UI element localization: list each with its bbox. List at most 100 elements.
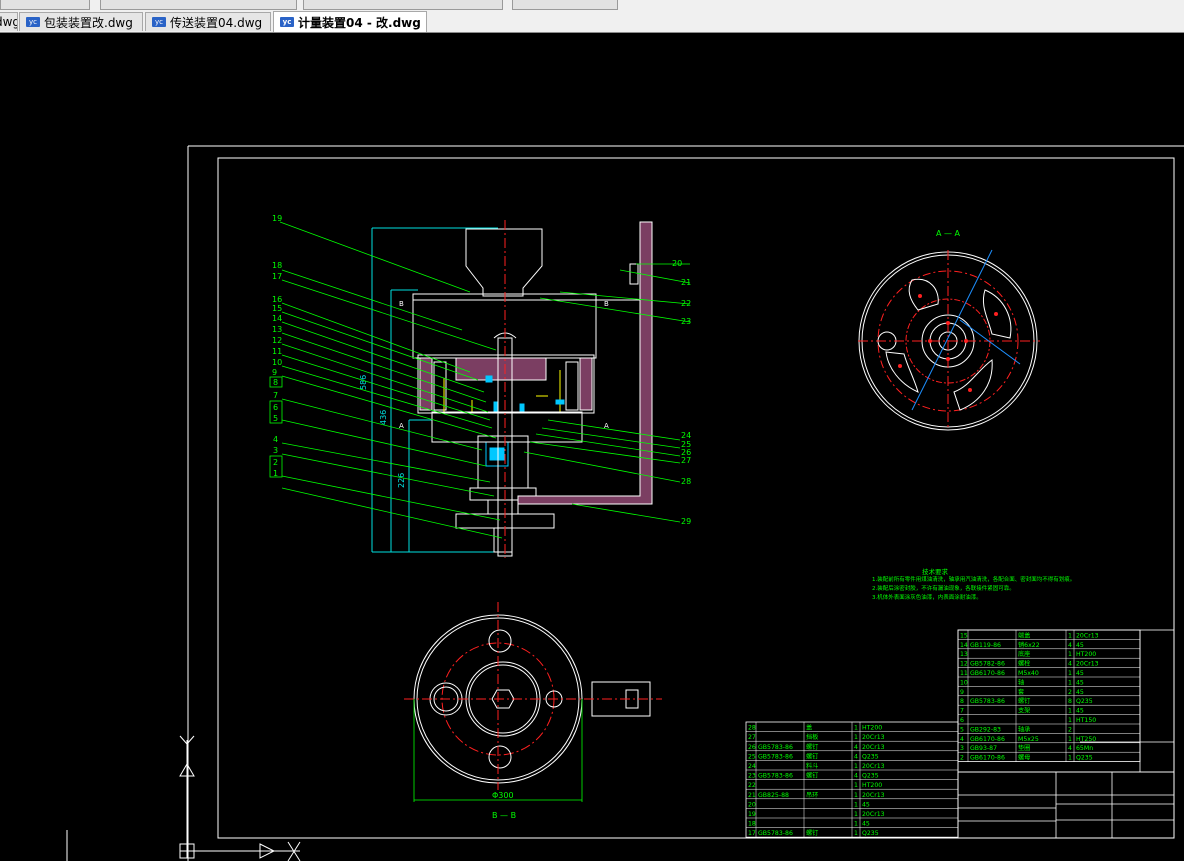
bom-cell: HT200 (1076, 651, 1096, 658)
bom-cell: 18 (748, 821, 756, 828)
toolbar-dropdown[interactable] (303, 0, 503, 10)
bom-cell: 20Cr13 (862, 792, 885, 799)
callout-number: 29 (681, 517, 691, 526)
bom-cell: 45 (862, 801, 870, 808)
bom-cell: 1 (854, 801, 858, 808)
bom-cell: 20Cr13 (862, 734, 885, 741)
bom-cell: 1 (854, 782, 858, 789)
callout-number: 7 (273, 391, 278, 400)
bom-cell: 65Mn (1076, 745, 1093, 752)
document-tab-bar: dwg yc 包装装置改.dwg yc 传送装置04.dwg yc 计量装置04… (0, 11, 1184, 33)
bom-cell: 1 (1068, 632, 1072, 639)
bom-cell: GB6170-86 (970, 670, 1005, 677)
bom-cell: 1 (854, 792, 858, 799)
bom-cell: 1 (1068, 651, 1072, 658)
bom-cell: 销6x22 (1018, 641, 1040, 649)
bom-cell: 20Cr13 (1076, 661, 1099, 668)
callout-number: 6 (273, 403, 278, 412)
toolbar-dropdown[interactable] (512, 0, 618, 10)
bom-cell: GB5782-86 (970, 661, 1005, 668)
bom-cell: 45 (1076, 708, 1084, 715)
bom-cell: 料斗 (806, 762, 818, 770)
bom-cell: 螺钉 (806, 772, 818, 780)
bom-cell: Q235 (862, 773, 879, 780)
callout-number: 9 (272, 368, 277, 377)
callout-number: 3 (273, 446, 278, 455)
note-line: 2.装配后涂密封胶，不许有漏油现象，各联接件紧固可靠。 (872, 584, 1015, 592)
bom-cell: 4 (1068, 745, 1072, 752)
bom-cell: 8 (960, 698, 964, 705)
callout-number: 23 (681, 317, 691, 326)
tab-label: dwg (0, 15, 17, 29)
bom-cell: 螺钉 (806, 752, 818, 760)
bom-cell: 11 (960, 670, 968, 677)
callout-number: 4 (273, 435, 278, 444)
bom-cell: 盖 (806, 724, 812, 732)
callout-number: 19 (272, 214, 282, 223)
tab-label: 计量装置04 - 改.dwg (298, 15, 421, 30)
bom-cell: 45 (1076, 679, 1084, 686)
bom-cell: 23 (748, 773, 756, 780)
bom-cell: 套 (1018, 688, 1024, 696)
section-label: A — A (936, 229, 961, 238)
left-callouts: 19 18 17 16 15 14 13 12 11 10 9 8 7 6 5 … (272, 214, 282, 478)
bom-cell: 3 (960, 745, 964, 752)
bom-cell: 6 (960, 717, 964, 724)
bom-cell: 轴承 (1018, 725, 1030, 733)
bom-cell: 螺母 (1018, 754, 1030, 762)
bom-cell: 支架 (1018, 707, 1030, 715)
bom-cell: 螺钉 (1018, 697, 1030, 705)
bom-cell: 1 (854, 821, 858, 828)
bom-cell: 4 (854, 773, 858, 780)
bom-cell: 14 (960, 642, 968, 649)
bom-cell: 4 (1068, 661, 1072, 668)
bom-cell: 4 (960, 736, 964, 743)
bom-cell: 21 (748, 792, 756, 799)
tab-document[interactable]: dwg (0, 12, 18, 31)
callout-number: 5 (273, 414, 278, 423)
bom-cell: M5x40 (1018, 670, 1039, 677)
note-line: 3.机体外表面涂灰色油漆，内表面涂耐油漆。 (872, 593, 982, 601)
bom-cell: 8 (1068, 698, 1072, 705)
callout-number: 2 (273, 458, 278, 467)
bom-cell: HT150 (1076, 717, 1096, 724)
bom-cell: 1 (854, 734, 858, 741)
bom-cell: 轴 (1018, 678, 1024, 686)
bom-cell: 2 (960, 755, 964, 762)
bom-cell: 1 (1068, 736, 1072, 743)
bom-cell: 端盖 (1018, 631, 1030, 639)
section-mark: B (604, 300, 609, 308)
dimension-text: 226 (397, 473, 406, 488)
bom-cell: 吊环 (806, 792, 818, 799)
bom-cell: 10 (960, 679, 968, 686)
bom-cell: 4 (854, 744, 858, 751)
bom-cell: 7 (960, 708, 964, 715)
dwg-file-icon: yc (280, 17, 294, 27)
bom-cell: 螺钉 (806, 743, 818, 751)
drawing-canvas[interactable]: 5 8 6 4 3 6 226 B B A A 19 18 17 16 15 14 13… (0, 32, 1184, 861)
bom-cell: 2 (1068, 726, 1072, 733)
callout-number: 20 (672, 259, 682, 268)
clamp-screw (629, 263, 639, 285)
section-mark: B (399, 300, 404, 308)
bom-cell: 1 (1068, 717, 1072, 724)
bom-cell: 1 (854, 725, 858, 732)
bom-cell: GB5783-86 (758, 830, 793, 837)
dimension-text: Φ300 (492, 791, 514, 800)
tab-document[interactable]: yc 包装装置改.dwg (19, 12, 143, 31)
bom-cell: 20 (748, 801, 756, 808)
toolbar-dropdown[interactable] (0, 0, 90, 10)
right-callouts: 20 21 22 23 24 25 26 27 28 29 (672, 259, 691, 526)
section-a-a-view: A — A (858, 229, 1040, 431)
tab-document[interactable]: yc 传送装置04.dwg (145, 12, 271, 31)
bom-cell: Q235 (862, 830, 879, 837)
toolbar-dropdown[interactable] (100, 0, 297, 10)
bom-cell: 45 (862, 821, 870, 828)
bom-cell: 13 (960, 651, 968, 658)
bom-cell: GB5783-86 (970, 698, 1005, 705)
bom-cell: 9 (960, 689, 964, 696)
bom-cell: HT200 (862, 725, 882, 732)
bom-cell: 1 (1068, 679, 1072, 686)
tab-document-active[interactable]: yc 计量装置04 - 改.dwg (273, 11, 427, 32)
bom-cell: Q235 (1076, 755, 1093, 762)
